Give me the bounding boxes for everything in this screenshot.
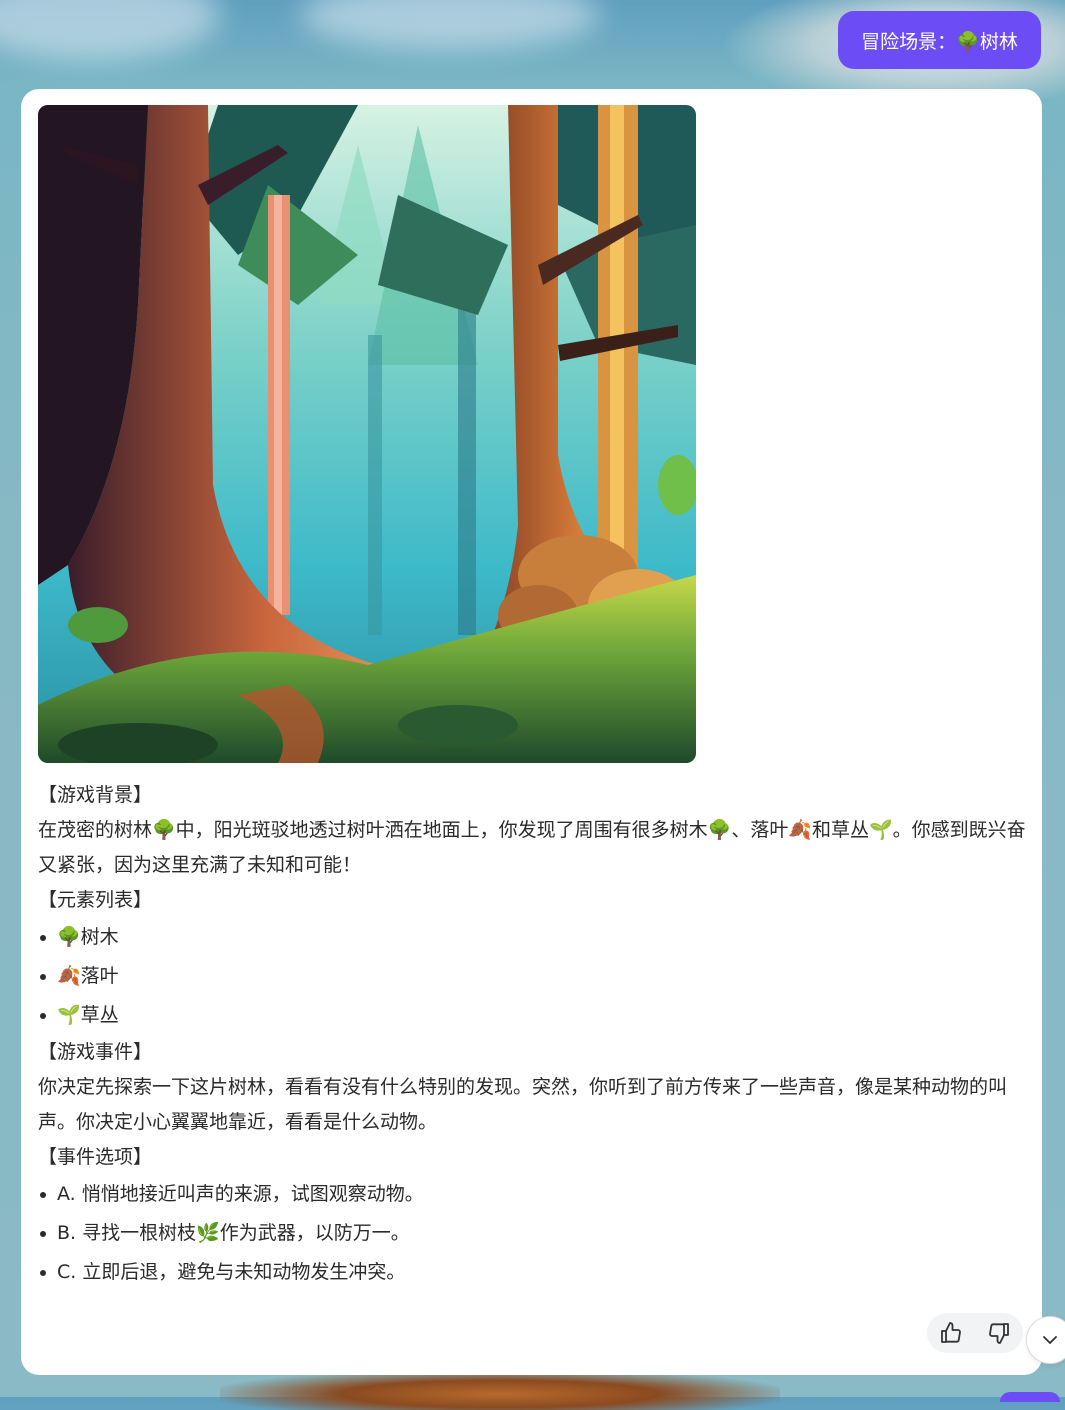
background-heading: 【游戏背景】: [38, 784, 153, 806]
background-text: 在茂密的树林🌳中，阳光斑驳地透过树叶洒在地面上，你发现了周围有很多树木🌳、落叶🍂…: [38, 819, 1026, 876]
forest-scene-image[interactable]: [38, 105, 696, 763]
dislike-button[interactable]: [984, 1318, 1014, 1348]
option-b[interactable]: B. 寻找一根树枝🌿作为武器，以防万一。: [38, 1214, 1028, 1253]
like-button[interactable]: [936, 1318, 966, 1348]
element-item-trees: 🌳树木: [38, 918, 1028, 957]
feedback-bar: [927, 1313, 1023, 1353]
background-cloud: [0, 0, 220, 60]
background-cloud: [300, 0, 600, 50]
option-c[interactable]: C. 立即后退，避免与未知动物发生冲突。: [38, 1253, 1028, 1292]
scene-title-label: 冒险场景：🌳树林: [861, 30, 1018, 53]
event-text: 你决定先探索一下这片树林，看看有没有什么特别的发现。突然，你听到了前方传来了一些…: [38, 1076, 1008, 1133]
elements-heading: 【元素列表】: [38, 889, 153, 911]
scene-title-pill: 冒险场景：🌳树林: [838, 11, 1041, 69]
options-heading: 【事件选项】: [38, 1146, 153, 1168]
option-a[interactable]: A. 悄悄地接近叫声的来源，试图观察动物。: [38, 1175, 1028, 1214]
elements-list: 🌳树木 🍂落叶 🌱草丛: [38, 918, 1028, 1035]
event-heading: 【游戏事件】: [38, 1041, 153, 1063]
element-item-grass: 🌱草丛: [38, 996, 1028, 1035]
story-content: 【游戏背景】 在茂密的树林🌳中，阳光斑驳地透过树叶洒在地面上，你发现了周围有很多…: [38, 778, 1028, 1292]
message-card: 【游戏背景】 在茂密的树林🌳中，阳光斑驳地透过树叶洒在地面上，你发现了周围有很多…: [21, 89, 1042, 1375]
options-list: A. 悄悄地接近叫声的来源，试图观察动物。 B. 寻找一根树枝🌿作为武器，以防万…: [38, 1175, 1028, 1292]
background-creature: [220, 1370, 780, 1410]
corner-pill: [1000, 1392, 1060, 1402]
thumbs-up-icon: [941, 1322, 961, 1343]
chevron-down-icon: [1043, 1336, 1057, 1344]
thumbs-down-icon: [989, 1323, 1009, 1344]
element-item-leaves: 🍂落叶: [38, 957, 1028, 996]
